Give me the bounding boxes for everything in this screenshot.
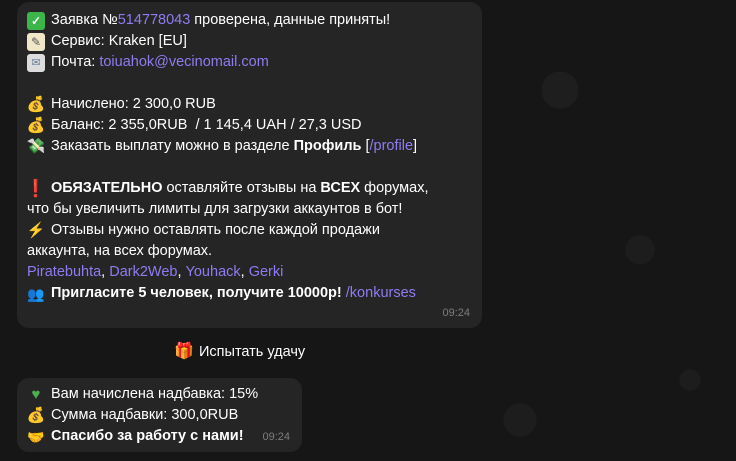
message-line-email: ✉ Почта: toiuahok@vecinomail.com (27, 52, 470, 73)
reviews-text: Отзывы нужно оставлять после каждой прод… (51, 222, 380, 238)
thanks-text: Спасибо за работу с нами! (51, 428, 244, 444)
message-line-mandatory: ❗ ОБЯЗАТЕЛЬНО оставляйте отзывы на ВСЕХ … (25, 178, 470, 199)
message-line-balance: 💰 Баланс: 2 355,0RUB / 1 145,4 UAH / 27,… (27, 115, 470, 136)
forum-link-gerki[interactable]: Gerki (249, 262, 284, 283)
handshake-icon: 🤝 (27, 428, 45, 445)
forum-link-dark2web[interactable]: Dark2Web (109, 262, 177, 283)
accrued-text: Начислено: 2 300,0 RUB (51, 96, 216, 112)
memo-icon: ✎ (27, 32, 45, 51)
message-line-payout: 💸 Заказать выплату можно в разделе Профи… (27, 136, 470, 157)
forum-link-youhack[interactable]: Youhack (186, 262, 241, 283)
gift-icon: 🎁 (174, 343, 194, 360)
mandatory-text: оставляйте отзывы на (162, 180, 321, 196)
people-icon: 👥 (27, 285, 45, 302)
profile-command-link[interactable]: /profile (370, 136, 414, 157)
green-heart-icon: ♥ (31, 385, 41, 403)
message-time: 09:24 (442, 307, 470, 319)
comma: , (177, 264, 186, 280)
invite-text: Пригласите 5 человек, получите 10000р! (51, 285, 346, 301)
mandatory-bold: ОБЯЗАТЕЛЬНО (51, 180, 163, 196)
message-time: 09:24 (262, 431, 290, 443)
mandatory-text2: форумах, (360, 180, 429, 196)
comma: , (240, 264, 249, 280)
email-label: Почта: (51, 54, 100, 70)
order-id-link[interactable]: 514778043 (118, 10, 191, 31)
service-text: Сервис: Kraken [EU] (51, 33, 187, 49)
message-line-reviews: ⚡ Отзывы нужно оставлять после каждой пр… (27, 220, 470, 241)
message-line-invite: 👥 Пригласите 5 человек, получите 10000р!… (27, 283, 470, 304)
money-bag-icon: 💰 (26, 406, 46, 424)
message-line-accrued: 💰 Начислено: 2 300,0 RUB (27, 94, 470, 115)
balance-text: Баланс: 2 355,0RUB / 1 145,4 UAH / 27,3 … (51, 117, 362, 133)
message-line-order: ✓ Заявка № 514778043 проверена, данные п… (27, 10, 470, 31)
payout-bracket-close: ] (413, 138, 418, 154)
money-bag-icon: 💰 (26, 95, 46, 113)
order-prefix: Заявка № (51, 12, 118, 28)
email-link[interactable]: toiuahok@vecinomail.com (99, 52, 268, 73)
order-suffix: проверена, данные приняты! (190, 12, 391, 28)
message-line-forums: Piratebuhta, Dark2Web, Youhack, Gerki (27, 262, 470, 283)
try-luck-button[interactable]: 🎁 Испытать удачу (174, 338, 306, 366)
payout-bracket-open: [ (361, 138, 370, 154)
try-luck-label: Испытать удачу (199, 344, 306, 360)
message-bubble-order: ✓ Заявка № 514778043 проверена, данные п… (17, 2, 482, 328)
money-bag-icon: 💰 (26, 116, 46, 134)
limits-text: что бы увеличить лимиты для загрузки акк… (27, 201, 403, 217)
forum-link-piratebuhta[interactable]: Piratebuhta (27, 262, 101, 283)
reviews-text-2: аккаунта, на всех форумах. (27, 243, 213, 259)
money-wings-icon: 💸 (26, 137, 46, 155)
message-line-bonus-sum: 💰 Сумма надбавки: 300,0RUB (27, 405, 290, 426)
message-line-limits: что бы увеличить лимиты для загрузки акк… (27, 199, 470, 220)
payout-text: Заказать выплату можно в разделе (51, 138, 294, 154)
exclamation-icon: ❗ (25, 178, 47, 198)
message-line-thanks: 🤝 Спасибо за работу с нами! (27, 426, 290, 447)
payout-profile-bold: Профиль (293, 138, 362, 154)
message-line-bonus: ♥ Вам начислена надбавка: 15% (27, 384, 290, 405)
message-line-reviews-2: аккаунта, на всех форумах. (27, 241, 470, 262)
bonus-text: Вам начислена надбавка: 15% (51, 386, 259, 402)
comma: , (101, 264, 110, 280)
bonus-sum-text: Сумма надбавки: 300,0RUB (51, 407, 239, 423)
message-bubble-bonus: ♥ Вам начислена надбавка: 15% 💰 Сумма на… (17, 378, 302, 452)
envelope-icon: ✉ (27, 53, 45, 72)
mandatory-all-bold: ВСЕХ (320, 180, 361, 196)
lightning-icon: ⚡ (26, 221, 46, 239)
message-line-service: ✎ Сервис: Kraken [EU] (27, 31, 470, 52)
check-mark-icon: ✓ (27, 11, 45, 30)
konkurses-command-link[interactable]: /konkurses (346, 283, 416, 304)
